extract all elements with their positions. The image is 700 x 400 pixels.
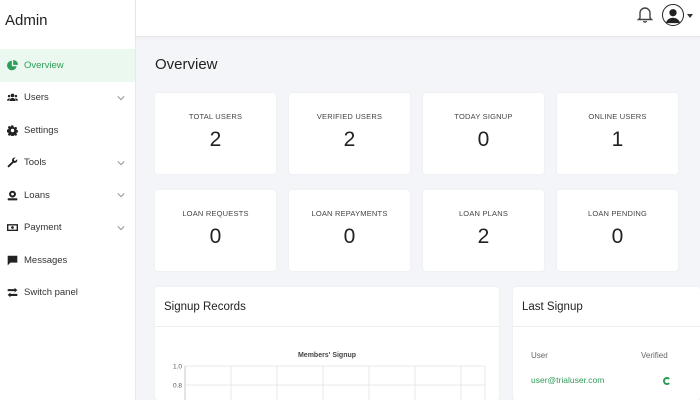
stat-label: LOAN PLANS <box>458 209 509 218</box>
sidebar-item-label: Tools <box>24 157 47 169</box>
sidebar: Admin Overview Users Settings Tools Loan… <box>0 0 136 400</box>
topbar <box>136 0 700 37</box>
column-header-user: User <box>531 351 548 360</box>
stat-card-today-signup: TODAY SIGNUP 0 <box>423 93 544 174</box>
main-content: Overview TOTAL USERS 2 VERIFIED USERS 2 … <box>136 37 700 400</box>
loan-icon <box>6 189 18 201</box>
stat-label: LOAN REPAYMENTS <box>311 209 388 218</box>
sidebar-item-overview[interactable]: Overview <box>0 49 135 82</box>
panel-title: Signup Records <box>155 287 499 327</box>
sidebar-item-label: Settings <box>24 124 59 136</box>
stat-label: TOTAL USERS <box>188 112 243 121</box>
stat-label: LOAN REQUESTS <box>182 209 249 218</box>
user-email-link[interactable]: user@trialuser.com <box>531 375 604 385</box>
last-signup-panel: Last Signup User Verified user@trialuser… <box>513 287 700 400</box>
sidebar-nav: Overview Users Settings Tools Loans Paym… <box>0 49 135 309</box>
user-avatar-icon[interactable] <box>662 4 684 26</box>
stat-value: 1 <box>611 128 624 151</box>
brand-title: Admin <box>5 12 48 29</box>
stat-value: 2 <box>343 128 356 151</box>
chevron-down-icon <box>117 224 125 232</box>
stat-label: LOAN PENDING <box>587 209 648 218</box>
stat-value: 0 <box>611 225 624 248</box>
stat-card-loan-pending: LOAN PENDING 0 <box>557 190 678 271</box>
sidebar-item-label: Users <box>24 92 49 104</box>
stat-value: 2 <box>209 128 222 151</box>
y-tick-label: 0.8 <box>173 383 182 390</box>
y-tick-label: 1.0 <box>173 364 182 371</box>
avatar-dropdown-caret[interactable] <box>687 14 693 18</box>
chevron-down-icon <box>117 94 125 102</box>
sidebar-item-label: Switch panel <box>24 287 78 299</box>
stat-card-loan-plans: LOAN PLANS 2 <box>423 190 544 271</box>
sidebar-item-label: Messages <box>24 254 68 266</box>
stat-value: 2 <box>477 225 490 248</box>
stat-value: 0 <box>209 225 222 248</box>
stat-value: 0 <box>477 128 490 151</box>
sidebar-item-users[interactable]: Users <box>0 82 135 115</box>
sidebar-item-switch-panel[interactable]: Switch panel <box>0 277 135 310</box>
stat-label: TODAY SIGNUP <box>454 112 513 121</box>
signup-records-panel: Signup Records Members' Signup 1.0 0.8 <box>155 287 499 400</box>
stat-card-total-users: TOTAL USERS 2 <box>155 93 276 174</box>
sidebar-item-label: Loans <box>24 189 50 201</box>
chevron-down-icon <box>117 159 125 167</box>
message-icon <box>6 254 18 266</box>
sidebar-item-label: Overview <box>24 59 64 71</box>
chart-title: Members' Signup <box>298 352 356 359</box>
stat-card-loan-repayments: LOAN REPAYMENTS 0 <box>289 190 410 271</box>
sidebar-item-label: Payment <box>24 222 62 234</box>
chart-grid <box>184 365 486 400</box>
sidebar-item-settings[interactable]: Settings <box>0 114 135 147</box>
page-title: Overview <box>155 56 218 73</box>
signup-chart: Members' Signup 1.0 0.8 <box>155 327 499 400</box>
sidebar-item-messages[interactable]: Messages <box>0 244 135 277</box>
verified-status-icon <box>663 377 671 385</box>
panel-title: Last Signup <box>513 287 700 327</box>
stat-label: ONLINE USERS <box>588 112 647 121</box>
sidebar-item-loans[interactable]: Loans <box>0 179 135 212</box>
chevron-down-icon <box>117 191 125 199</box>
sidebar-item-payment[interactable]: Payment <box>0 212 135 245</box>
payment-icon <box>6 222 18 234</box>
stat-label: VERIFIED USERS <box>316 112 383 121</box>
pie-chart-icon <box>6 59 18 71</box>
bell-icon[interactable] <box>636 5 655 25</box>
stat-card-online-users: ONLINE USERS 1 <box>557 93 678 174</box>
wrench-icon <box>6 157 18 169</box>
stat-value: 0 <box>343 225 356 248</box>
users-icon <box>6 92 18 104</box>
column-header-verified: Verified <box>641 351 668 360</box>
stat-card-loan-requests: LOAN REQUESTS 0 <box>155 190 276 271</box>
gear-icon <box>6 124 18 136</box>
stat-card-verified-users: VERIFIED USERS 2 <box>289 93 410 174</box>
sidebar-item-tools[interactable]: Tools <box>0 147 135 180</box>
switch-icon <box>6 287 18 299</box>
